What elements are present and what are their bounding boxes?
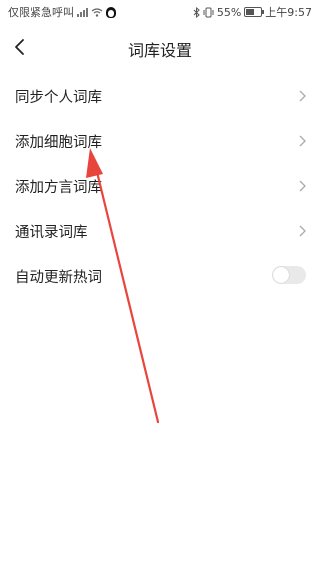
setting-auto-update-hot-words: 自动更新热词 (0, 254, 320, 299)
chevron-right-icon (299, 180, 306, 192)
wifi-icon (91, 7, 103, 17)
status-carrier-text: 仅限紧急呼叫 (8, 6, 74, 19)
clock: 上午9:57 (265, 6, 312, 19)
chevron-right-icon (299, 90, 306, 102)
battery-percent: 55% (216, 5, 242, 19)
setting-sync-personal-dictionary[interactable]: 同步个人词库 (0, 74, 320, 119)
signal-icon (77, 7, 88, 17)
setting-label: 添加方言词库 (15, 180, 102, 196)
qq-penguin-icon (106, 6, 116, 18)
chevron-right-icon (299, 225, 306, 237)
setting-add-dialect-dictionary[interactable]: 添加方言词库 (0, 164, 320, 209)
setting-label: 添加细胞词库 (15, 135, 102, 151)
setting-label: 同步个人词库 (15, 90, 102, 106)
chevron-right-icon (299, 135, 306, 147)
page-header: 词库设置 (0, 22, 320, 72)
status-left: 仅限紧急呼叫 (8, 4, 116, 20)
status-right: 55% 上午9:57 (193, 4, 312, 20)
status-bar: 仅限紧急呼叫 55% 上午9:57 (0, 0, 320, 22)
battery-icon (244, 7, 265, 17)
setting-add-cell-dictionary[interactable]: 添加细胞词库 (0, 119, 320, 164)
toggle-knob (273, 267, 289, 283)
setting-contacts-dictionary[interactable]: 通讯录词库 (0, 209, 320, 254)
vibrate-icon (203, 7, 214, 17)
bluetooth-icon (193, 6, 200, 18)
page-title: 词库设置 (127, 41, 192, 60)
settings-list: 同步个人词库 添加细胞词库 添加方言词库 通讯录词库 自动更新热词 (0, 74, 320, 299)
setting-label: 自动更新热词 (15, 270, 102, 286)
setting-label: 通讯录词库 (15, 225, 88, 241)
auto-update-toggle[interactable] (272, 266, 306, 284)
